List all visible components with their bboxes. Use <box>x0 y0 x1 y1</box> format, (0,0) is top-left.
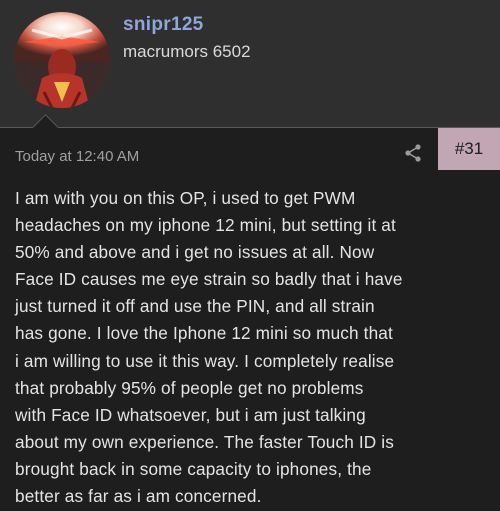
post-body-line: just turned it off and use the PIN, and … <box>15 296 375 317</box>
post-body-line: about my own experience. The faster Touc… <box>15 431 395 452</box>
author-username[interactable]: snipr125 <box>123 14 204 36</box>
post-message: Today at 12:40 AM #31 I am with you on t… <box>0 128 500 511</box>
post-body-line: brought back in some capacity to iphones… <box>15 458 372 479</box>
post-body-line: I am with you on this OP, i used to get … <box>15 188 356 208</box>
post-number-badge[interactable]: #31 <box>438 128 500 170</box>
post-timestamp[interactable]: Today at 12:40 AM <box>15 148 139 165</box>
avatar-image <box>14 12 110 108</box>
share-icon[interactable] <box>402 142 424 164</box>
post-author-header: snipr125 macrumors 6502 <box>0 0 500 128</box>
avatar[interactable] <box>14 12 110 108</box>
post-body-line: Face ID causes me eye strain so badly th… <box>15 269 403 290</box>
post-body-line: that probably 95% of people get no probl… <box>15 377 364 398</box>
post-body-line: has gone. I love the Iphone 12 mini so m… <box>15 323 393 344</box>
author-title: macrumors 6502 <box>123 42 251 61</box>
post-body-line: with Face ID whatsoever, but i am just t… <box>15 404 366 425</box>
post-body-line: better as far as i am concerned. <box>15 486 262 507</box>
post-body-line: i am willing to use it this way. I compl… <box>15 350 395 371</box>
share-icon-graphic <box>405 144 421 162</box>
post-body-line: headaches on my iphone 12 mini, but sett… <box>15 215 396 236</box>
post-body-line: 50% and above and i get no issues at all… <box>15 242 375 263</box>
post-body: I am with you on this OP, i used to get … <box>15 185 490 510</box>
